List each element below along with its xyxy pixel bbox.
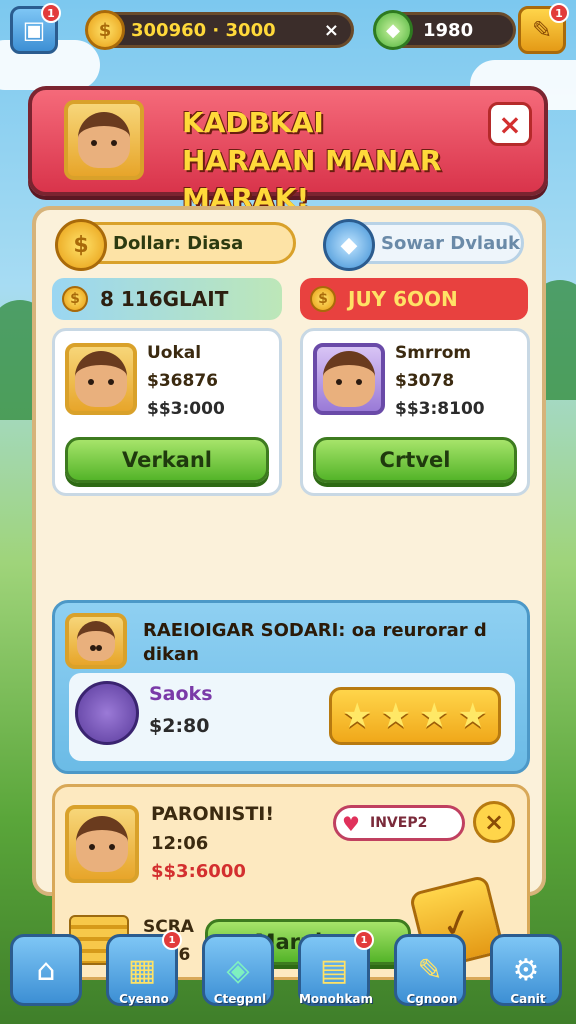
badge-label: INVEP2 (370, 815, 428, 831)
coin-close-icon[interactable]: × (324, 20, 339, 41)
monster-icon (75, 681, 139, 745)
offer-banner-right: $ JUY 6OON (300, 278, 528, 320)
offer-sub: $36876 (147, 371, 218, 391)
dialog-panel: KADBKAI HARAAN MANAR MARAK! × $ Dollar: … (28, 86, 548, 980)
notification-badge: 1 (549, 3, 569, 23)
tab-label: Dollar: Diasa (113, 232, 244, 254)
character-face (75, 351, 127, 407)
nav-item-4[interactable]: ⚙ Canit (490, 934, 566, 1016)
star-icon: ★ (419, 696, 450, 736)
banner-label: 8 116GLAIT (100, 287, 229, 311)
shop-button[interactable]: ✎ 1 (518, 3, 569, 54)
dialog-body: $ Dollar: Diasa ◆ Sowar Dvlauk $ 8 116GL… (32, 206, 546, 980)
notification-badge: 1 (354, 930, 374, 950)
star-icon: ★ (457, 696, 488, 736)
inventory-button[interactable]: ▣ 1 (10, 3, 61, 54)
tag-icon: ✎ (531, 16, 553, 44)
coin-counter[interactable]: $ 300960 · 3000 × (85, 10, 354, 50)
character-face (77, 621, 115, 661)
coin-icon: $ (310, 286, 336, 312)
profile-name: PARONISTI! (151, 803, 275, 825)
tab-dollar[interactable]: $ Dollar: Diasa (55, 219, 296, 271)
close-button[interactable]: × (488, 102, 532, 146)
offer-name: Smrrom (395, 343, 472, 363)
shield-icon: ◆ (323, 219, 375, 271)
heart-icon: ♥ (342, 812, 360, 836)
gem-icon: ◆ (373, 10, 413, 50)
nav-item-0[interactable]: ▦ 1 Cyeano (106, 930, 182, 1016)
character-face (76, 816, 128, 872)
nav-item-3[interactable]: ✎ Cgnoon (394, 934, 470, 1016)
offer-price: $$3:000 (147, 399, 225, 419)
avatar (65, 805, 139, 883)
event-title: RAEIOIGAR SODARI: oa reurorar d dikan (143, 620, 487, 665)
bottom-nav: ⌂ ▦ 1 Cyeano ◈ Ctegpnl ▤ 1 Monohkam ✎ Cg… (10, 930, 566, 1016)
home-icon: ⌂ (10, 934, 82, 1006)
offer-sub: $3078 (395, 371, 455, 391)
star-icon: ★ (380, 696, 411, 736)
dismiss-button[interactable]: × (473, 801, 515, 843)
avatar (65, 343, 137, 415)
offer-name: Uokal (147, 343, 202, 363)
offer-card: Smrrom $3078 $$3:8100 Crtvel (300, 328, 530, 496)
gem-amount: 1980 (423, 19, 474, 41)
coin-icon: $ (62, 286, 88, 312)
character-face (78, 112, 130, 168)
offer-banner-left: $ 8 116GLAIT (52, 278, 282, 320)
notification-badge: 1 (41, 3, 61, 23)
avatar (313, 343, 385, 415)
nav-home[interactable]: ⌂ (10, 934, 86, 1016)
nav-item-1[interactable]: ◈ Ctegpnl (202, 934, 278, 1016)
offer-price: $$3:8100 (395, 399, 485, 419)
nav-label: Cgnoon (406, 992, 458, 1006)
dialog-header: KADBKAI HARAAN MANAR MARAK! × (28, 86, 548, 215)
reward-price: $2:80 (149, 715, 210, 737)
banner-label: JUY 6OON (348, 287, 458, 311)
star-rating[interactable]: ★ ★ ★ ★ (329, 687, 501, 745)
notification-badge: 1 (162, 930, 182, 950)
event-panel: RAEIOIGAR SODARI: oa reurorar d dikan Sa… (52, 600, 530, 774)
offer-card: Uokal $36876 $$3:000 Verkanl (52, 328, 282, 496)
reward-name: Saoks (149, 683, 213, 705)
profile-time: 12:06 (151, 833, 209, 854)
nav-label: Ctegpnl (213, 992, 267, 1006)
top-bar: ▣ 1 $ 300960 · 3000 × ◆ 1980 ✎ 1 (10, 3, 569, 56)
event-icon (65, 613, 127, 669)
gem-counter[interactable]: ◆ 1980 (373, 10, 516, 50)
status-badge[interactable]: ♥ INVEP2 (333, 805, 465, 841)
coin-amount: 300960 · 3000 (131, 19, 276, 41)
avatar (64, 100, 144, 180)
offer-button[interactable]: Crtvel (313, 437, 517, 483)
nav-label: Canit (510, 992, 546, 1006)
star-icon: ★ (342, 696, 373, 736)
event-reward: Saoks $2:80 ★ ★ ★ ★ (69, 673, 515, 761)
nav-label: Cyeano (119, 992, 169, 1006)
profile-amount: $$3:6000 (151, 861, 246, 882)
dialog-title: KADBKAI HARAAN MANAR MARAK! (182, 106, 442, 215)
nav-item-2[interactable]: ▤ 1 Monohkam (298, 930, 374, 1016)
cube-icon: ▣ (22, 16, 46, 44)
character-face (323, 351, 375, 407)
tab-label: Sowar Dvlauk (381, 232, 521, 254)
coin-icon: $ (85, 10, 125, 50)
nav-label: Monohkam (298, 992, 374, 1006)
shield-coin-icon: $ (55, 219, 107, 271)
offer-button[interactable]: Verkanl (65, 437, 269, 483)
tab-sowar[interactable]: ◆ Sowar Dvlauk (323, 219, 524, 271)
